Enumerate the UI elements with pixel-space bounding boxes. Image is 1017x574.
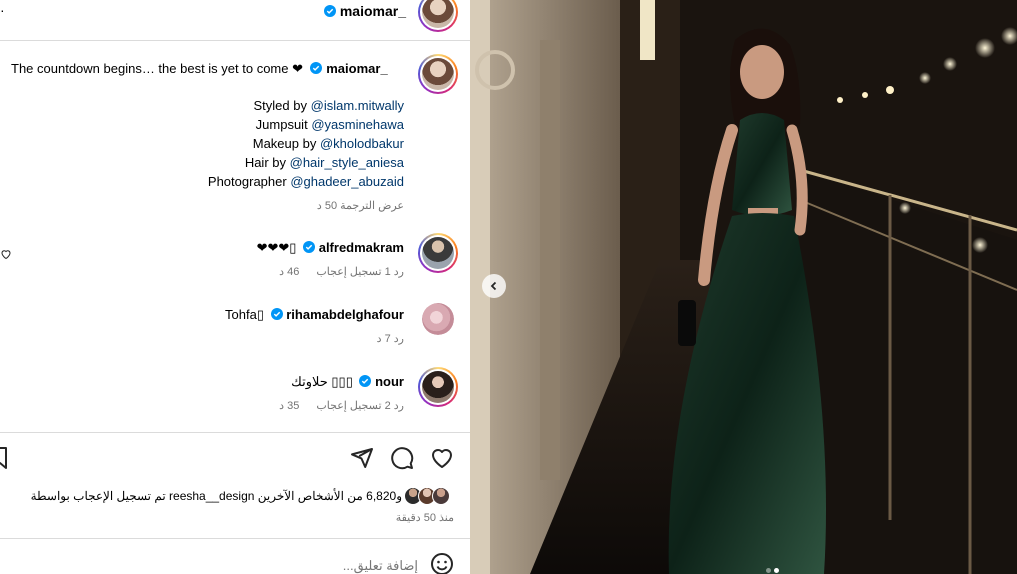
carousel-dots <box>766 568 786 574</box>
credit-label: Makeup by <box>252 136 317 151</box>
comment-time: 46 د <box>279 266 300 278</box>
credit-line: Photographer @ghadeer_abuzaid <box>208 174 404 189</box>
header-author[interactable]: maiomar_ <box>323 3 406 19</box>
credit-handle[interactable]: @yasminehawa <box>311 117 404 132</box>
verified-icon <box>270 308 283 320</box>
credit-handle[interactable]: @islam.mitwally <box>311 98 404 113</box>
caption-avatar[interactable] <box>418 54 458 94</box>
comment-line: حلاوتك ▯▯▯ nour <box>291 374 404 390</box>
credit-label: Jumpsuit <box>255 117 308 132</box>
carousel-dot <box>766 568 771 573</box>
comment-username[interactable]: rihamabdelghafour <box>286 307 404 322</box>
comment-line: Tohfa▯ rihamabdelghafour <box>225 307 404 323</box>
actions-divider <box>0 432 470 433</box>
emoji-icon[interactable] <box>430 552 454 574</box>
liked-avatar <box>432 487 450 505</box>
post-image <box>470 0 1017 574</box>
comment-avatar[interactable] <box>418 233 458 273</box>
comment-box-divider <box>0 538 470 539</box>
reply-button[interactable]: رد <box>394 266 404 278</box>
credit-line: Makeup by @kholodbakur <box>253 136 404 151</box>
caption-text: The countdown begins… the best is yet to… <box>11 61 303 76</box>
credit-handle[interactable]: @ghadeer_abuzaid <box>290 174 404 189</box>
comment-time: 35 د <box>279 400 300 412</box>
header-avatar[interactable] <box>418 0 458 32</box>
caption-line: The countdown begins… the best is yet to… <box>11 61 388 77</box>
share-icon[interactable] <box>350 446 374 470</box>
comment-username[interactable]: alfredmakram <box>319 240 404 255</box>
post-time: منذ 50 دقيقة <box>395 512 454 524</box>
verified-icon <box>303 241 316 253</box>
previous-photo-button[interactable] <box>482 274 506 298</box>
caption-meta: عرض الترجمة 50 د <box>303 199 404 212</box>
carousel-dot-active <box>774 568 779 573</box>
caption-username[interactable]: maiomar_ <box>326 61 387 76</box>
see-translation-link[interactable]: عرض الترجمة <box>340 200 404 212</box>
more-icon[interactable]: · <box>0 2 5 18</box>
header-username[interactable]: maiomar_ <box>340 3 406 19</box>
credit-line: Jumpsuit @yasminehawa <box>256 117 404 132</box>
comment-text: Tohfa▯ <box>225 307 264 322</box>
credit-handle[interactable]: @hair_style_aniesa <box>290 155 404 170</box>
verified-icon <box>323 5 336 17</box>
comment-meta: رد 2 تسجيل إعجاب 35 د <box>269 399 404 412</box>
header-divider <box>0 40 470 41</box>
credit-handle[interactable]: @kholodbakur <box>320 136 404 151</box>
comment-username[interactable]: nour <box>375 374 404 389</box>
heart-icon[interactable] <box>0 248 12 260</box>
likes-summary[interactable]: تم تسجيل الإعجاب بواسطة reesha__design و… <box>31 489 402 503</box>
credit-label: Photographer <box>207 174 287 189</box>
comment-meta: رد 1 تسجيل إعجاب 46 د <box>269 265 404 278</box>
comment-likes[interactable]: 2 تسجيل إعجاب <box>316 400 390 412</box>
credit-line: Hair by @hair_style_aniesa <box>245 155 404 170</box>
heart-icon[interactable] <box>430 446 454 470</box>
credit-label: Hair by <box>244 155 286 170</box>
comment-avatar[interactable] <box>422 303 454 335</box>
post-side-panel: · maiomar_ The countdown begins… the bes… <box>0 0 470 574</box>
credit-line: Styled by @islam.mitwally <box>254 98 404 113</box>
credit-label: Styled by <box>253 98 307 113</box>
verified-icon <box>359 375 372 387</box>
reply-button[interactable]: رد <box>394 400 404 412</box>
reply-button[interactable]: رد <box>394 333 404 345</box>
bookmark-icon[interactable] <box>0 446 8 470</box>
comment-likes[interactable]: 1 تسجيل إعجاب <box>316 266 390 278</box>
verified-icon <box>309 62 322 74</box>
comment-avatar[interactable] <box>418 367 458 407</box>
comment-meta: رد 7 د <box>367 332 404 345</box>
post-photo[interactable] <box>470 0 1017 574</box>
comment-icon[interactable] <box>390 446 414 470</box>
comment-input[interactable] <box>8 554 420 574</box>
chevron-left-icon <box>490 281 497 291</box>
comment-text: ❤❤❤▯ <box>256 240 297 255</box>
comment-time: 7 د <box>376 333 391 345</box>
liked-by-avatars[interactable] <box>404 487 456 505</box>
comment-text: حلاوتك ▯▯▯ <box>291 374 353 389</box>
comment-line: ❤❤❤▯ alfredmakram <box>257 240 404 256</box>
caption-time: 50 د <box>316 200 338 212</box>
